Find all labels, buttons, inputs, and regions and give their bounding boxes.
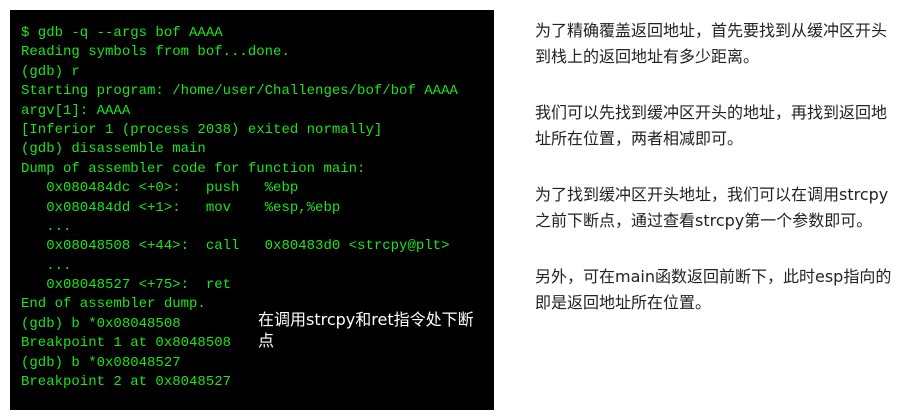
note-paragraph: 另外，可在main函数返回前断下，此时esp指向的即是返回地址所在位置。: [535, 267, 892, 312]
terminal-line: argv[1]: AAAA: [21, 102, 131, 119]
terminal-line: ...: [21, 257, 72, 274]
terminal-line: 0x080484dd <+1>: mov %esp,%ebp: [21, 199, 341, 216]
explanation-notes: 为了精确覆盖返回地址，首先要找到从缓冲区开头到栈上的返回地址有多少距离。 我们可…: [535, 18, 900, 346]
terminal-line: Reading symbols from bof...done.: [21, 44, 290, 61]
terminal-line: 0x080484dc <+0>: push %ebp: [21, 180, 299, 197]
breakpoint-callout: 在调用strcpy和ret指令处下断点: [258, 310, 474, 350]
note-paragraph: 为了找到缓冲区开头地址，我们可以在调用strcpy之前下断点，通过查看strcp…: [535, 185, 889, 230]
terminal-line: 0x08048527 <+75>: ret: [21, 277, 232, 294]
terminal-line: [Inferior 1 (process 2038) exited normal…: [21, 121, 383, 138]
terminal-line: 0x08048508 <+44>: call 0x80483d0 <strcpy…: [21, 238, 450, 255]
terminal-line: (gdb) r: [21, 63, 80, 80]
note-paragraph: 为了精确覆盖返回地址，首先要找到从缓冲区开头到栈上的返回地址有多少距离。: [535, 21, 888, 66]
terminal-line: Starting program: /home/user/Challenges/…: [21, 83, 458, 100]
terminal-line: $ gdb -q --args bof AAAA: [21, 25, 223, 41]
terminal-line: Breakpoint 2 at 0x8048527: [21, 374, 232, 391]
terminal-line: (gdb) disassemble main: [21, 141, 206, 158]
terminal-line: (gdb) b *0x08048527: [21, 354, 181, 371]
terminal-line: ...: [21, 218, 72, 235]
terminal-line: Dump of assembler code for function main…: [21, 160, 366, 177]
note-paragraph: 我们可以先找到缓冲区开头的地址，再找到返回地址所在位置，两者相减即可。: [535, 103, 888, 148]
